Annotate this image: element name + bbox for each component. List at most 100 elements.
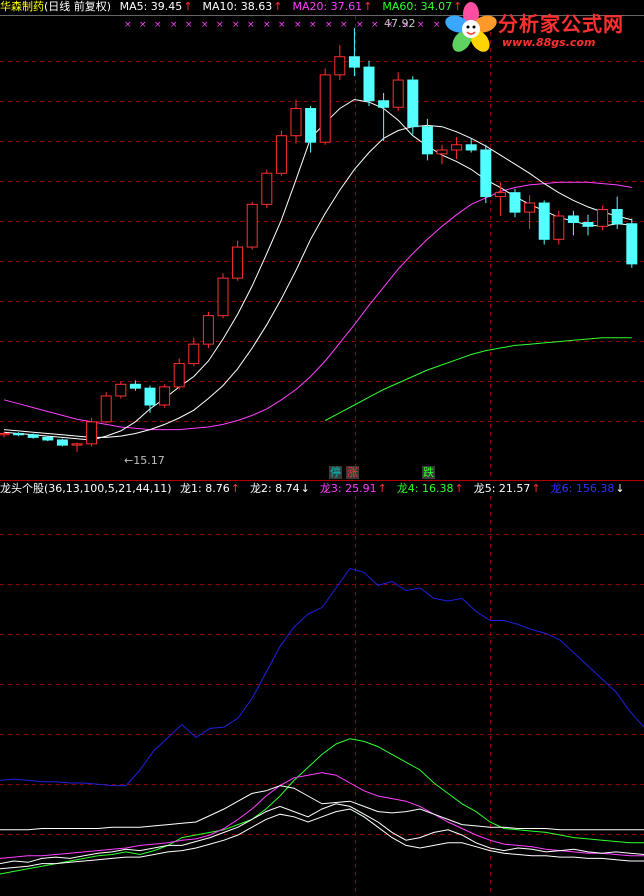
x-marker-icon: × (154, 20, 162, 30)
candle-down (13, 432, 25, 436)
arrow-up-icon: ↑ (454, 482, 464, 495)
signal-rise-mark: 涨 (346, 466, 359, 479)
candle-down (407, 79, 419, 128)
candle-up (436, 149, 448, 155)
indicator-legend-item-3: 龙3: 25.91↑ (319, 482, 387, 495)
ma10-line (3, 124, 632, 438)
indicator-line-long2 (0, 808, 644, 870)
indicator-legend-item-4: 龙4: 16.38↑ (396, 482, 464, 495)
candle-up (159, 386, 171, 406)
arrow-up-icon: ↑ (377, 482, 387, 495)
candle-down (27, 434, 39, 438)
signal-halt-mark: 停 (329, 466, 342, 479)
x-marker-icon: × (232, 20, 240, 30)
candle-down (611, 209, 623, 225)
candle-up (115, 383, 127, 397)
ma5-line (3, 98, 632, 441)
x-marker-icon: × (417, 20, 425, 30)
arrow-down-icon: ↓ (615, 482, 625, 495)
candle-up (275, 135, 287, 174)
x-marker-icon: × (356, 20, 364, 30)
candle-up (86, 421, 98, 445)
candle-down (465, 144, 477, 151)
candle-down (509, 192, 521, 213)
candle-up (494, 192, 506, 198)
x-marker-icon: × (309, 20, 317, 30)
candle-up (202, 315, 214, 345)
low-price-label: ←15.17 (124, 454, 165, 467)
chart-canvas: × × × × × × × × × × × × × × × × × × × × × (0, 15, 644, 896)
candle-up (246, 203, 258, 248)
candle-up (232, 246, 244, 279)
x-marker-icon: × (124, 20, 132, 30)
candle-up (173, 363, 185, 388)
candle-down (42, 436, 54, 441)
stock-name[interactable]: 华森制药 (0, 0, 44, 13)
x-marker-icon: × (433, 20, 441, 30)
candle-up (261, 172, 273, 205)
indicator-legend-item-5: 龙5: 21.57↑ (473, 482, 541, 495)
candle-up (392, 79, 404, 108)
candle-up (334, 56, 346, 76)
candle-up (597, 209, 609, 227)
indicator-line-long1 (0, 803, 644, 865)
candle-up (100, 395, 112, 423)
high-price-label: 47.92 (384, 17, 416, 30)
candle-up (71, 443, 83, 446)
indicator-legend-item-6: 龙6: 156.38↓ (550, 482, 625, 495)
main-panel-header: 华森制药(日线 前复权) MA5: 39.45↑ MA10: 38.63↑ MA20… (0, 0, 477, 15)
x-marker-icon: × (170, 20, 178, 30)
x-marker-icon: × (201, 20, 209, 30)
logo-url: www.88gs.com (502, 36, 596, 49)
candle-down (582, 221, 594, 227)
indicator-line-long3 (0, 772, 644, 859)
indicator-legend-item-1: 龙1: 8.76↑ (180, 482, 240, 495)
candle-down (129, 383, 141, 389)
ma-legend: MA5: 39.45↑ MA10: 38.63↑ MA20: 37.61↑ MA60:… (120, 0, 473, 13)
candle-down (363, 66, 375, 102)
candle-down (144, 387, 156, 406)
flower-logo-icon (445, 2, 497, 52)
x-marker-icon: × (371, 20, 379, 30)
candle-down (480, 149, 492, 198)
ma-legend-item-1: MA5: 39.45↑ (119, 0, 193, 13)
signal-fall-mark: 跌 (422, 466, 435, 479)
x-marker-icon: × (139, 20, 147, 30)
arrow-down-icon: ↓ (300, 482, 310, 495)
logo-title: 分析家公式网 (498, 12, 624, 36)
candle-down (538, 202, 550, 240)
candle-down (378, 100, 390, 108)
ma60-line (324, 337, 632, 421)
x-marker-icon: × (263, 20, 271, 30)
candle-up (553, 215, 565, 240)
ma-legend-item-3: MA20: 37.61↑ (292, 0, 373, 13)
x-marker-icon: × (216, 20, 224, 30)
indicator-legend-item-2: 龙2: 8.74↓ (249, 482, 310, 495)
candle-down (567, 215, 579, 223)
x-marker-icon: × (185, 20, 193, 30)
ma-legend-item-2: MA10: 38.63↑ (202, 0, 283, 13)
x-marker-icon: × (247, 20, 255, 30)
indicator-legend: 龙1: 8.76↑ 龙2: 8.74↓ 龙3: 25.91↑ 龙4: 16.38↑ 龙5… (180, 482, 635, 495)
arrow-up-icon: ↑ (230, 482, 240, 495)
candle-up (319, 74, 331, 143)
candle-down (348, 56, 360, 68)
x-marker-icon: × (294, 20, 302, 30)
candle-up (0, 432, 10, 436)
ma20-line (3, 181, 632, 431)
indicator-title[interactable]: 龙头个股(36,13,100,5,21,44,11) (0, 482, 172, 495)
arrow-up-icon: ↑ (183, 0, 193, 13)
candle-down (626, 223, 638, 265)
candle-up (290, 108, 302, 137)
candle-up (188, 343, 200, 365)
x-marker-icon: × (278, 20, 286, 30)
candle-up (217, 277, 229, 317)
candle-down (56, 439, 68, 446)
indicator-panel-header: 龙头个股(36,13,100,5,21,44,11) 龙1: 8.76↑ 龙2: … (0, 481, 640, 497)
candle-down (421, 126, 433, 155)
period-label: (日线 前复权) (44, 0, 112, 13)
arrow-up-icon: ↑ (273, 0, 283, 13)
candle-up (524, 202, 536, 213)
candle-up (451, 144, 463, 151)
site-logo: 分析家公式网 www.88gs.com (444, 2, 640, 56)
